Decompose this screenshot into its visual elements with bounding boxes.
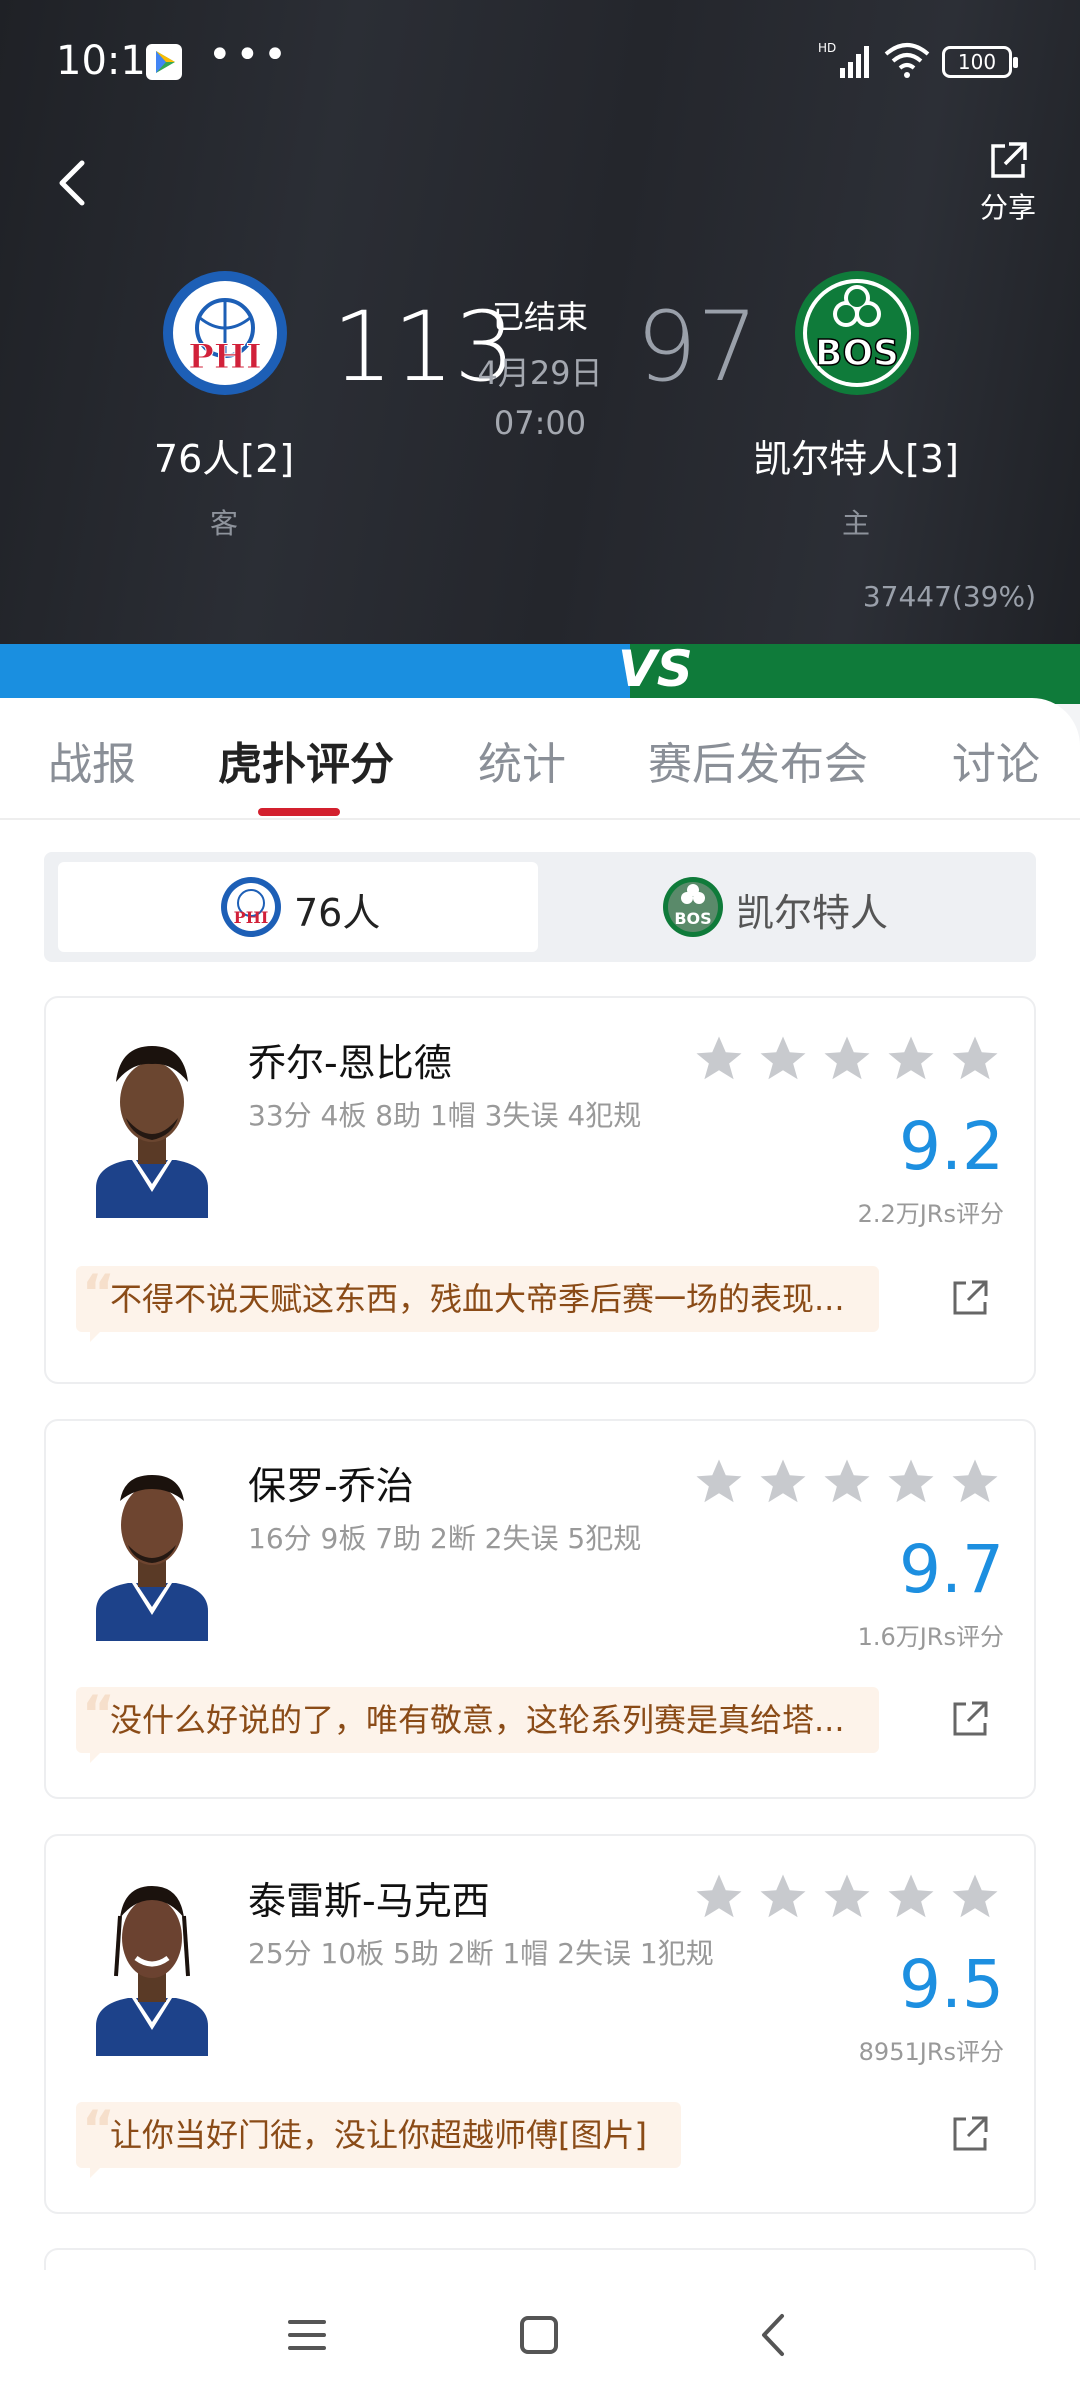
player-stats: 16分 9板 7助 2断 2失误 5犯规 [248,1522,642,1555]
player-card-george[interactable]: 保罗-乔治 16分 9板 7助 2断 2失误 5犯规 9.7 1.6万JRs评分… [44,1419,1036,1799]
player-avatar [96,1046,208,1218]
star-icon[interactable] [948,1032,1002,1086]
menu-icon[interactable] [282,2310,332,2360]
star-icon[interactable] [692,1870,746,1924]
more-notifications-icon: ••• [208,32,291,78]
rating-count: 1.6万JRs评分 [857,1623,1004,1651]
wifi-icon [884,43,930,78]
team-switch-76ers-label: 76人 [294,891,381,935]
system-nav-bar [0,2270,1080,2400]
status-bar: 10:17 ••• HD 100 [0,0,1080,125]
star-icon[interactable] [820,1455,874,1509]
game-time: 07:00 [493,404,587,442]
open-external-icon[interactable] [950,2114,990,2154]
support-bar[interactable]: VS [0,640,1080,704]
svg-text:BOS: BOS [674,909,711,928]
svg-text:HD: HD [818,41,836,55]
star-icon[interactable] [884,1455,938,1509]
home-icon[interactable] [514,2310,564,2360]
star-icon[interactable] [948,1870,1002,1924]
star-icon[interactable] [756,1870,810,1924]
battery-icon: 100 [942,46,1018,78]
star-icon[interactable] [756,1455,810,1509]
player-name: 泰雷斯-马克西 [248,1879,490,1923]
share-label: 分享 [979,191,1036,224]
star-icon[interactable] [820,1032,874,1086]
tab-bar: 战报 虎扑评分 统计 赛后发布会 讨论 [0,698,1080,820]
player-rating: 9.5 [899,1946,1004,2023]
player-stats: 25分 10板 5助 2断 1帽 2失误 1犯规 [248,1937,714,1970]
star-icon[interactable] [948,1455,1002,1509]
rating-count: 8951JRs评分 [858,2038,1004,2066]
share-icon [991,142,1027,178]
player-rating: 9.7 [899,1531,1004,1608]
quote-icon: “ [82,1264,115,1322]
star-icon[interactable] [692,1455,746,1509]
home-team-name[interactable]: 凯尔特人[3] [706,428,1006,483]
tab-active-indicator [258,808,340,816]
game-status: 已结束 [491,298,588,336]
quote-icon: “ [82,2100,115,2158]
rating-stars[interactable] [692,1455,1002,1511]
star-icon[interactable] [884,1870,938,1924]
game-date: 4月29日 [477,354,603,392]
home-support-bar [630,644,1080,704]
away-support-bar [0,644,630,704]
open-external-icon[interactable] [950,1699,990,1739]
team-switch: PHI 76人 BOS 凯尔特人 [44,852,1036,962]
tab-discussion[interactable]: 讨论 [952,728,1040,792]
share-button[interactable]: 分享 [970,140,1046,230]
celtics-small-logo: BOS [663,877,723,937]
comment-text: 让你当好门徒，没让你超越师傅[图片] [110,2116,647,2154]
home-role-label: 主 [841,507,870,540]
away-role-label: 客 [209,507,238,540]
svg-text:★ ★ ★: ★ ★ ★ [205,281,245,295]
signal-icon: HD [818,41,869,78]
vs-label: VS [618,640,693,698]
player-avatar [96,1886,208,2056]
team-switch-76ers[interactable]: PHI 76人 [58,862,538,952]
away-team-name[interactable]: 76人[2] [74,428,374,483]
team-switch-celtics-label: 凯尔特人 [736,891,889,935]
player-card-maxey[interactable]: 泰雷斯-马克西 25分 10板 5助 2断 1帽 2失误 1犯规 9.5 895… [44,1834,1036,2214]
rating-stars[interactable] [692,1870,1002,1926]
svg-text:PHI: PHI [234,908,269,927]
support-vote-count: 37447(39%) [862,580,1036,613]
back-arrow-icon[interactable] [50,155,94,211]
team-switch-celtics[interactable]: BOS 凯尔特人 [552,862,1032,952]
comment-text: 不得不说天赋这东西，残血大帝季后赛一场的表现... [110,1280,845,1318]
comment-text: 没什么好说的了，唯有敬意，这轮系列赛是真给塔... [110,1701,845,1739]
player-avatar [96,1475,208,1641]
tab-hupu-rating[interactable]: 虎扑评分 [218,728,394,792]
tab-stats[interactable]: 统计 [478,728,566,792]
svg-text:BOS: BOS [815,333,899,374]
rating-count: 2.2万JRs评分 [857,1200,1004,1228]
back-icon[interactable] [748,2310,798,2360]
rating-stars[interactable] [692,1032,1002,1088]
star-icon[interactable] [692,1032,746,1086]
player-card-embiid[interactable]: 乔尔-恩比德 33分 4板 8助 1帽 3失误 4犯规 9.2 2.2万JRs评… [44,996,1036,1384]
player-stats: 33分 4板 8助 1帽 3失误 4犯规 [248,1099,642,1132]
open-external-icon[interactable] [950,1278,990,1318]
76ers-logo[interactable]: PHI ★ ★ ★ [160,268,290,398]
player-name: 乔尔-恩比德 [248,1041,452,1085]
svg-text:PHI: PHI [188,337,262,377]
76ers-small-logo: PHI [221,877,281,937]
star-icon[interactable] [820,1870,874,1924]
home-score: 97 [636,291,759,403]
quote-icon: “ [82,1685,115,1743]
star-icon[interactable] [756,1032,810,1086]
player-name: 保罗-乔治 [248,1464,414,1508]
play-store-icon [146,44,182,80]
celtics-logo[interactable]: BOS [792,268,922,398]
top-comment[interactable]: “ 没什么好说的了，唯有敬意，这轮系列赛是真给塔... [76,1685,879,1753]
tab-report[interactable]: 战报 [48,728,136,792]
top-comment[interactable]: “ 让你当好门徒，没让你超越师傅[图片] [76,2100,681,2168]
game-header: 10:17 ••• HD 100 分享 PHI ★ ★ ★ 113 已结束 4月… [0,0,1080,650]
player-rating: 9.2 [899,1108,1004,1185]
star-icon[interactable] [884,1032,938,1086]
top-comment[interactable]: “ 不得不说天赋这东西，残血大帝季后赛一场的表现... [76,1264,879,1332]
tab-press-conference[interactable]: 赛后发布会 [648,728,868,792]
